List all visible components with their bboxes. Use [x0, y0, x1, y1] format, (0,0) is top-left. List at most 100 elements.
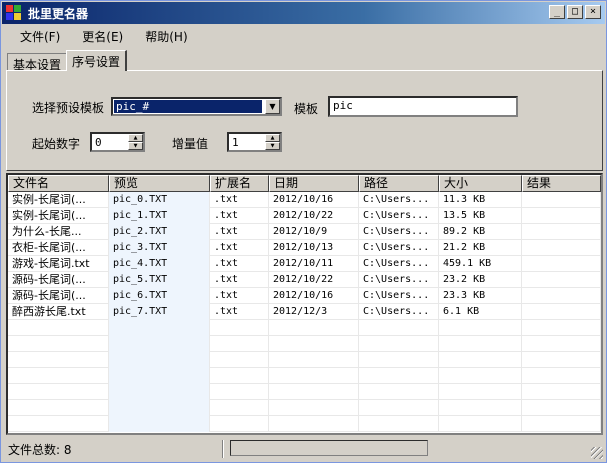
title-bar[interactable]: 批里更名器 _ □ × — [2, 2, 605, 24]
cell-size: 459.1 KB — [439, 256, 522, 272]
window-title: 批里更名器 — [28, 6, 89, 21]
cell-size — [439, 352, 522, 368]
file-count: 文件总数: 8 — [8, 442, 72, 457]
preset-combobox[interactable]: pic_# ▼ — [111, 97, 282, 116]
cell-result — [522, 352, 601, 368]
table-row[interactable]: 游戏-长尾词.txt pic_4.TXT .txt 2012/10/11 C:\User… — [8, 256, 601, 272]
column-date[interactable]: 日期 — [269, 175, 359, 192]
cell-size — [439, 416, 522, 432]
cell-path — [359, 368, 439, 384]
cell-filename — [8, 352, 109, 368]
template-label: 模板 — [294, 102, 319, 116]
table-row[interactable]: 源码-长尾词(... pic_5.TXT .txt 2012/10/22 C:\User… — [8, 272, 601, 288]
column-preview[interactable]: 预览 — [109, 175, 210, 192]
spin-up-icon[interactable]: ▲ — [128, 134, 143, 142]
file-list[interactable]: 文件名 预览 扩展名 日期 路径 大小 结果 实例-长尾词(... pic_0.T… — [6, 173, 603, 435]
cell-extension — [210, 352, 269, 368]
cell-path — [359, 352, 439, 368]
empty-row — [8, 320, 601, 336]
cell-path: C:\Users... — [359, 272, 439, 288]
spin-down-icon[interactable]: ▼ — [265, 142, 280, 150]
cell-preview: pic_3.TXT — [109, 240, 210, 256]
cell-date — [269, 352, 359, 368]
cell-preview: pic_7.TXT — [109, 304, 210, 320]
cell-result — [522, 368, 601, 384]
increment-value: 1 — [232, 136, 239, 149]
file-list-header: 文件名 预览 扩展名 日期 路径 大小 结果 — [8, 175, 601, 192]
cell-date: 2012/10/16 — [269, 288, 359, 304]
cell-result — [522, 304, 601, 320]
menu-rename[interactable]: 更名(E) — [74, 26, 131, 47]
maximize-button[interactable]: □ — [567, 5, 583, 19]
table-row[interactable]: 实例-长尾词(... pic_0.TXT .txt 2012/10/16 C:\User… — [8, 192, 601, 208]
cell-size — [439, 320, 522, 336]
cell-date — [269, 400, 359, 416]
cell-path: C:\Users... — [359, 240, 439, 256]
cell-filename: 实例-长尾词(... — [8, 192, 109, 208]
column-extension[interactable]: 扩展名 — [210, 175, 269, 192]
spin-down-icon[interactable]: ▼ — [128, 142, 143, 150]
preset-value: pic_# — [114, 100, 262, 113]
table-row[interactable]: 实例-长尾词(... pic_1.TXT .txt 2012/10/22 C:\User… — [8, 208, 601, 224]
column-size[interactable]: 大小 — [439, 175, 522, 192]
cell-preview — [109, 400, 210, 416]
increment-stepper[interactable]: 1 ▲ ▼ — [227, 132, 282, 152]
cell-size — [439, 400, 522, 416]
start-number-stepper[interactable]: 0 ▲ ▼ — [90, 132, 145, 152]
menu-file[interactable]: 文件(F) — [12, 26, 68, 47]
column-path[interactable]: 路径 — [359, 175, 439, 192]
cell-filename: 为什么-长尾... — [8, 224, 109, 240]
cell-preview — [109, 320, 210, 336]
cell-size: 21.2 KB — [439, 240, 522, 256]
cell-result — [522, 416, 601, 432]
cell-filename — [8, 400, 109, 416]
cell-size — [439, 336, 522, 352]
column-filename[interactable]: 文件名 — [8, 175, 109, 192]
file-list-body: 实例-长尾词(... pic_0.TXT .txt 2012/10/16 C:\User… — [8, 192, 601, 432]
cell-path: C:\Users... — [359, 256, 439, 272]
column-result[interactable]: 结果 — [522, 175, 601, 192]
empty-row — [8, 400, 601, 416]
app-icon — [6, 5, 22, 21]
cell-date — [269, 336, 359, 352]
cell-filename — [8, 336, 109, 352]
cell-date — [269, 384, 359, 400]
table-row[interactable]: 衣柜-长尾词(... pic_3.TXT .txt 2012/10/13 C:\User… — [8, 240, 601, 256]
template-input[interactable]: pic — [328, 96, 518, 117]
cell-extension: .txt — [210, 224, 269, 240]
cell-path: C:\Users... — [359, 224, 439, 240]
cell-path: C:\Users... — [359, 192, 439, 208]
cell-path: C:\Users... — [359, 208, 439, 224]
empty-row — [8, 384, 601, 400]
spin-up-icon[interactable]: ▲ — [265, 134, 280, 142]
cell-extension: .txt — [210, 240, 269, 256]
table-row[interactable]: 醉西游长尾.txt pic_7.TXT .txt 2012/12/3 C:\Users.… — [8, 304, 601, 320]
cell-date: 2012/10/11 — [269, 256, 359, 272]
table-row[interactable]: 源码-长尾词(... pic_6.TXT .txt 2012/10/16 C:\User… — [8, 288, 601, 304]
window-controls: _ □ × — [549, 5, 601, 19]
cell-preview: pic_2.TXT — [109, 224, 210, 240]
empty-row — [8, 352, 601, 368]
empty-row — [8, 336, 601, 352]
cell-filename: 源码-长尾词(... — [8, 288, 109, 304]
cell-size: 6.1 KB — [439, 304, 522, 320]
close-button[interactable]: × — [585, 5, 601, 19]
chevron-down-icon[interactable]: ▼ — [265, 99, 280, 114]
cell-result — [522, 288, 601, 304]
cell-filename — [8, 320, 109, 336]
cell-date — [269, 320, 359, 336]
cell-result — [522, 192, 601, 208]
cell-filename — [8, 384, 109, 400]
tab-basic-settings[interactable]: 基本设置 — [7, 53, 68, 72]
start-number-value: 0 — [95, 136, 102, 149]
minimize-button[interactable]: _ — [549, 5, 565, 19]
table-row[interactable]: 为什么-长尾... pic_2.TXT .txt 2012/10/9 C:\Users.… — [8, 224, 601, 240]
empty-row — [8, 416, 601, 432]
progress-bar — [230, 440, 428, 456]
tab-sequence-settings[interactable]: 序号设置 — [66, 50, 128, 71]
cell-filename: 游戏-长尾词.txt — [8, 256, 109, 272]
menu-help[interactable]: 帮助(H) — [137, 26, 195, 47]
cell-result — [522, 384, 601, 400]
resize-grip-icon[interactable] — [591, 447, 603, 459]
cell-preview — [109, 336, 210, 352]
